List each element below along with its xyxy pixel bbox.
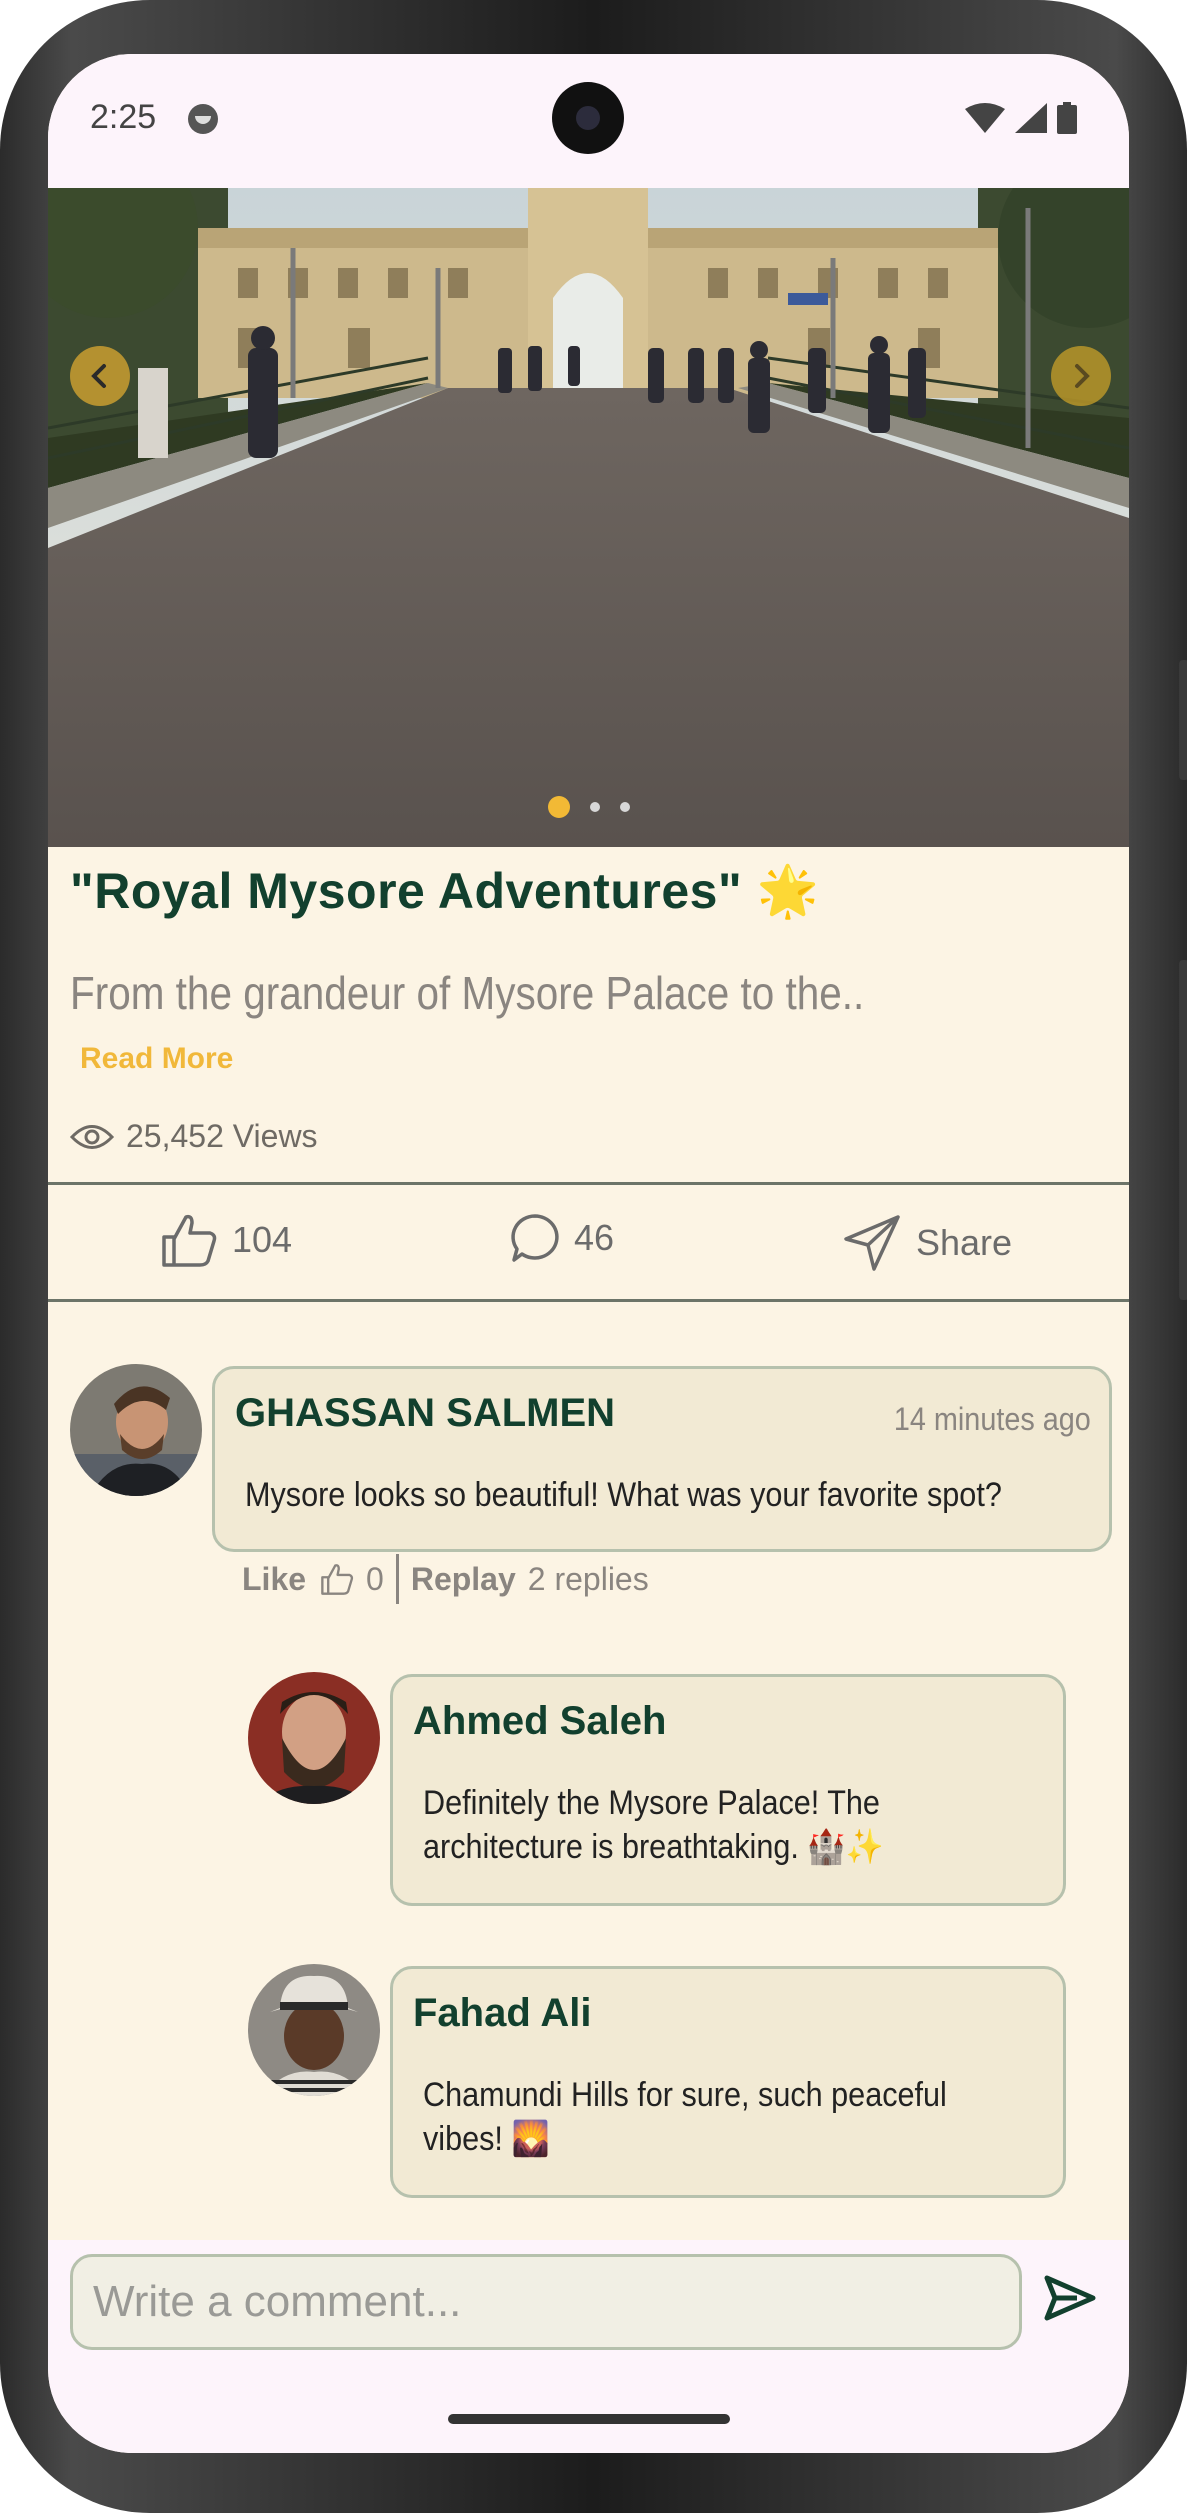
status-time: 2:25 [90, 98, 157, 136]
avatar-photo [248, 1672, 380, 1804]
comment-like-count: 0 [366, 1560, 384, 1597]
reply-text-line: Definitely the Mysore Palace! The [423, 1784, 880, 1822]
carousel-prev-button[interactable] [70, 346, 130, 406]
meta-divider [395, 1554, 399, 1604]
replies-count[interactable]: 2 replies [528, 1561, 649, 1598]
comment-count: 46 [574, 1217, 615, 1258]
mysore-palace-photo [48, 188, 1129, 847]
reply-text-line: Chamundi Hills for sure, such peaceful [423, 2076, 947, 2114]
comment-reply-button[interactable]: Replay [411, 1561, 516, 1598]
comment-author[interactable]: GHASSAN SALMEN [235, 1391, 615, 1436]
comment-bubble: GHASSAN SALMEN 14 minutes ago Mysore loo… [212, 1366, 1112, 1552]
comment-like-button[interactable]: Like [242, 1561, 306, 1598]
like-button[interactable]: 104 [160, 1213, 292, 1267]
carousel-indicator [48, 796, 1129, 818]
comment-meta: Like 0 Replay 2 replies [242, 1554, 649, 1604]
avatar-ahmed[interactable] [248, 1672, 380, 1804]
post-title: "Royal Mysore Adventures" 🌟 [70, 863, 820, 919]
gesture-area [48, 2370, 1129, 2453]
comment-bubble-icon [511, 1214, 559, 1262]
reply-bubble: Fahad Ali Chamundi Hills for sure, such … [390, 1966, 1066, 2198]
like-count: 104 [232, 1219, 293, 1260]
home-indicator[interactable] [448, 2414, 730, 2424]
carousel-dot[interactable] [619, 802, 630, 812]
comment-timestamp: 14 minutes ago [894, 1401, 1091, 1437]
screen: 2:25 "Royal Mysore Adventures" 🌟 From th… [48, 54, 1129, 2453]
send-share-icon [844, 1215, 900, 1271]
comment-input[interactable] [70, 2254, 1022, 2350]
views-label: 25,452 Views [126, 1118, 318, 1154]
avatar-fahad[interactable] [248, 1964, 380, 2096]
reply-bubble: Ahmed Saleh Definitely the Mysore Palace… [390, 1674, 1066, 1906]
battery-icon [1057, 102, 1077, 134]
hero-image-carousel[interactable] [48, 188, 1129, 847]
read-more-link[interactable]: Read More [80, 1042, 233, 1076]
thumbs-up-icon [162, 1214, 217, 1267]
signal-icon [1015, 103, 1047, 133]
avatar-ghassan[interactable] [70, 1364, 202, 1496]
status-icons [965, 102, 1077, 134]
status-bar: 2:25 [48, 54, 1129, 188]
volume-button [1179, 660, 1187, 780]
carousel-next-button[interactable] [1051, 346, 1111, 406]
thumbs-up-icon[interactable] [320, 1563, 354, 1595]
eye-icon [70, 1124, 114, 1149]
reply-text-line: vibes! 🌄 [423, 2120, 550, 2158]
comment-composer [48, 2240, 1129, 2370]
notification-face-icon [188, 104, 218, 134]
power-button [1179, 960, 1187, 1300]
carousel-dot[interactable] [589, 802, 600, 812]
chevron-left-icon [91, 364, 106, 388]
avatar-photo [70, 1364, 202, 1496]
reply-author[interactable]: Ahmed Saleh [413, 1699, 666, 1744]
views-count: 25,452 Views [70, 1118, 318, 1155]
avatar-photo [248, 1964, 380, 2096]
share-button[interactable]: Share [842, 1213, 1012, 1273]
wifi-icon [965, 103, 1005, 133]
send-button[interactable] [1043, 2274, 1097, 2327]
carousel-dot[interactable] [547, 796, 570, 818]
comment-button[interactable]: 46 [510, 1213, 614, 1263]
comment-text: Mysore looks so beautiful! What was your… [245, 1476, 1002, 1514]
phone-frame: 2:25 "Royal Mysore Adventures" 🌟 From th… [0, 0, 1187, 2513]
share-label: Share [916, 1222, 1013, 1263]
chevron-right-icon [1075, 364, 1090, 388]
front-camera [552, 82, 624, 154]
reply-text-line: architecture is breathtaking. 🏰✨ [423, 1828, 884, 1866]
send-icon [1044, 2275, 1096, 2321]
post-actions-bar: 104 46 Share [48, 1182, 1129, 1302]
post-description: From the grandeur of Mysore Palace to th… [70, 967, 865, 1019]
reply-author[interactable]: Fahad Ali [413, 1991, 592, 2036]
